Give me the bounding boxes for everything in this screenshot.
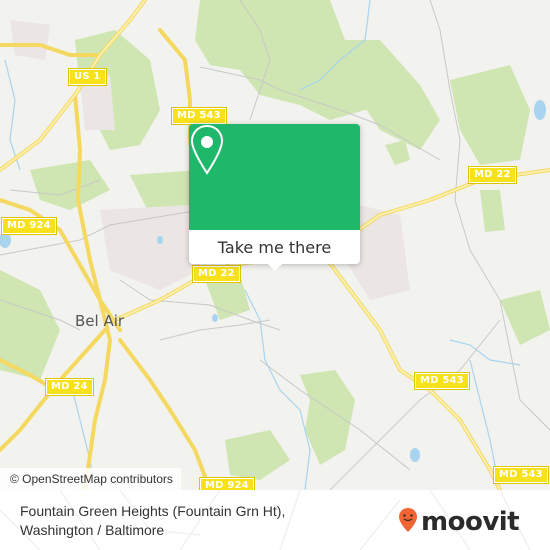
road-shield-us1: US 1: [68, 68, 107, 86]
road-shield-md543: MD 543: [171, 107, 227, 125]
map[interactable]: US 1 MD 543 MD 22 MD 924 MD 22 MD 543 MD…: [0, 0, 550, 490]
road-shield-md22: MD 22: [192, 265, 241, 283]
popup-pointer: [268, 264, 282, 271]
town-label-bel-air: Bel Air: [75, 312, 125, 330]
moovit-logo[interactable]: moovit: [398, 507, 520, 537]
road-shield-md924: MD 924: [199, 477, 255, 490]
road-shield-md543: MD 543: [414, 372, 470, 390]
popup-header: [189, 124, 360, 230]
moovit-pin-icon: [398, 507, 418, 537]
stop-region-line2: Washington / Baltimore: [20, 522, 165, 538]
moovit-wordmark: moovit: [421, 507, 520, 537]
stop-name: Fountain Green Heights (Fountain Grn Ht)…: [20, 502, 285, 540]
map-attribution[interactable]: © OpenStreetMap contributors: [0, 468, 181, 490]
road-shield-md543: MD 543: [493, 466, 549, 484]
location-popup: Take me there: [189, 124, 360, 271]
road-shield-md24: MD 24: [45, 378, 94, 396]
take-me-there-button[interactable]: Take me there: [189, 230, 360, 264]
road-shield-md22: MD 22: [468, 166, 517, 184]
stop-name-line1: Fountain Green Heights (Fountain Grn Ht)…: [20, 503, 286, 519]
road-shield-md924: MD 924: [1, 217, 57, 235]
footer: Fountain Green Heights (Fountain Grn Ht)…: [0, 490, 550, 550]
